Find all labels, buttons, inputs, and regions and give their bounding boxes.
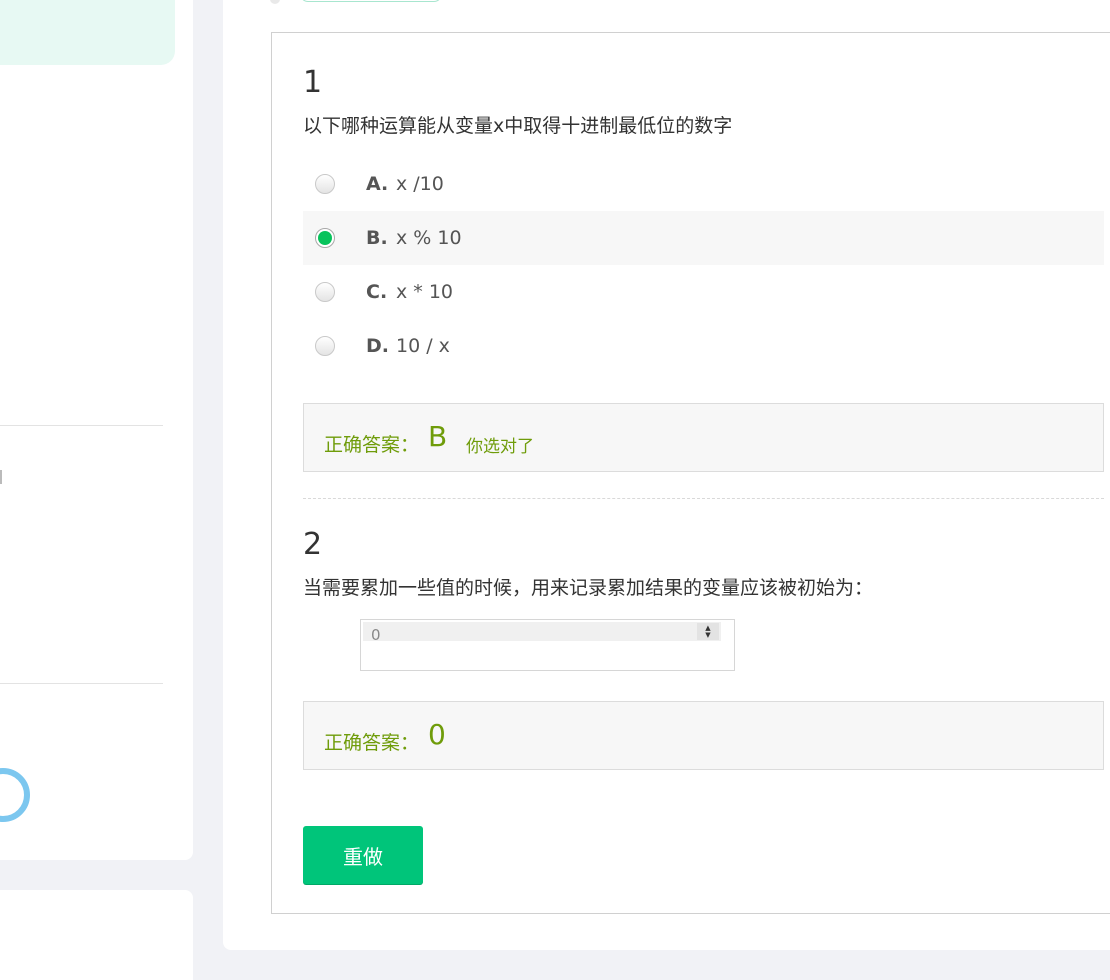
quiz-container: 1 以下哪种运算能从变量x中取得十进制最低位的数字 A. x /10 B. x … bbox=[271, 32, 1110, 914]
option-text: x * 10 bbox=[396, 281, 453, 303]
question-separator bbox=[303, 498, 1104, 499]
top-tab-button[interactable] bbox=[300, 0, 442, 2]
option-letter: C. bbox=[366, 281, 388, 303]
question-text: 以下哪种运算能从变量x中取得十进制最低位的数字 bbox=[303, 115, 733, 137]
sidebar-divider bbox=[0, 683, 163, 684]
answer-value: B bbox=[428, 420, 448, 453]
answer-label: 正确答案： bbox=[324, 732, 420, 754]
sidebar-panel bbox=[0, 0, 193, 860]
option-letter: B. bbox=[366, 227, 388, 249]
answer-correct-note: 你选对了 bbox=[466, 437, 534, 457]
fill-in-field: 0 ▲ ▼ bbox=[360, 619, 735, 671]
sidebar-text-fragment bbox=[0, 470, 4, 484]
option-d[interactable]: D. 10 / x bbox=[303, 319, 1104, 373]
option-a[interactable]: A. x /10 bbox=[303, 157, 1104, 211]
sidebar-panel-secondary bbox=[0, 890, 193, 980]
option-letter: D. bbox=[366, 335, 389, 357]
radio-button[interactable] bbox=[315, 282, 335, 302]
sidebar-divider bbox=[0, 425, 163, 426]
answer-feedback: 正确答案： B 你选对了 bbox=[303, 403, 1104, 472]
answer-value: 0 bbox=[428, 718, 446, 751]
number-input[interactable]: 0 bbox=[363, 622, 721, 641]
question-number: 2 bbox=[303, 527, 323, 562]
sidebar-active-item[interactable] bbox=[0, 0, 175, 65]
option-text: x /10 bbox=[396, 173, 444, 195]
avatar-icon[interactable] bbox=[0, 768, 30, 822]
option-c[interactable]: C. x * 10 bbox=[303, 265, 1104, 319]
option-b[interactable]: B. x % 10 bbox=[303, 211, 1104, 265]
radio-button[interactable] bbox=[315, 174, 335, 194]
option-letter: A. bbox=[366, 173, 389, 195]
redo-button[interactable]: 重做 bbox=[303, 826, 423, 884]
option-text: x % 10 bbox=[396, 227, 462, 249]
radio-button[interactable] bbox=[315, 336, 335, 356]
answer-feedback: 正确答案： 0 bbox=[303, 701, 1104, 770]
question-number: 1 bbox=[303, 65, 323, 100]
answer-label: 正确答案： bbox=[324, 434, 420, 456]
radio-button-checked[interactable] bbox=[315, 228, 335, 248]
spinner-arrows-icon[interactable]: ▲ ▼ bbox=[697, 623, 719, 640]
question-text: 当需要累加一些值的时候，用来记录累加结果的变量应该被初始为： bbox=[303, 577, 874, 599]
option-text: 10 / x bbox=[396, 335, 450, 357]
